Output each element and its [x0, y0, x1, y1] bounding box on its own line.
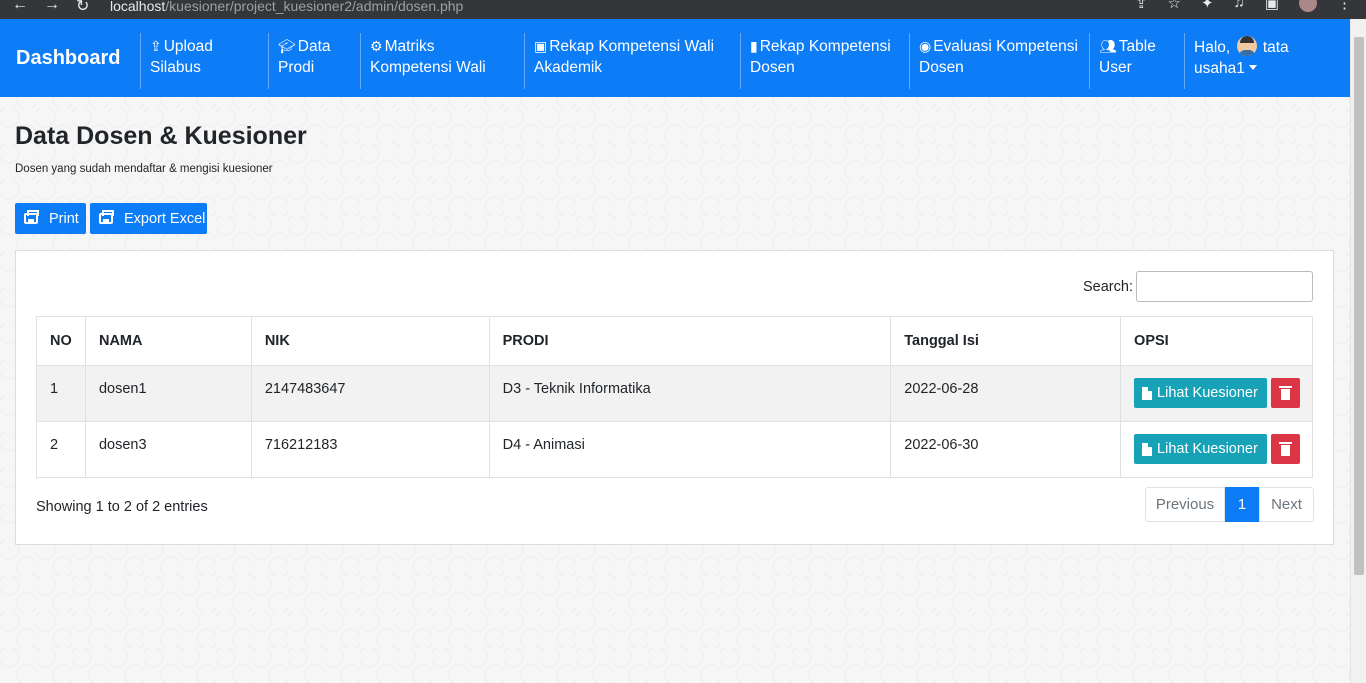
page-subtitle: Dosen yang sudah mendaftar & mengisi kue… [15, 163, 273, 175]
nav-table-user[interactable]: 👥︎ Table User [1089, 33, 1184, 89]
trash-icon [1278, 441, 1292, 456]
caret-down-icon [1248, 65, 1257, 70]
previous-page-button[interactable]: Previous [1145, 487, 1225, 522]
cell-no: 2 [36, 421, 86, 478]
gear-icon: ⚙ [370, 38, 383, 54]
dosen-table: NO NAMA NIK PRODI Tanggal Isi OPSI 1 dos… [36, 316, 1313, 478]
cell-prodi: D3 - Teknik Informatika [488, 365, 892, 422]
lihat-kuesioner-button[interactable]: Lihat Kuesioner [1134, 378, 1267, 408]
col-header-tanggal[interactable]: Tanggal Isi [890, 316, 1122, 366]
cell-tanggal: 2022-06-28 [890, 365, 1122, 422]
user-name-line2: usaha1 [1194, 60, 1245, 77]
print-button[interactable]: Print [15, 203, 86, 234]
share-icon[interactable]: ⇪ [1135, 0, 1148, 12]
lihat-label: Lihat Kuesioner [1157, 385, 1258, 401]
col-header-opsi[interactable]: OPSI [1120, 316, 1313, 366]
users-icon: 👥︎ [1099, 38, 1117, 54]
address-bar[interactable]: localhost/kuesioner/project_kuesioner2/a… [110, 0, 463, 14]
scrollbar-thumb[interactable] [1354, 37, 1364, 575]
cell-prodi: D4 - Animasi [488, 421, 892, 478]
browser-nav: ← → ↻ [0, 0, 110, 16]
browser-toolbar: ← → ↻ localhost/kuesioner/project_kuesio… [0, 0, 1366, 19]
lihat-kuesioner-button[interactable]: Lihat Kuesioner [1134, 434, 1267, 464]
cell-nik: 716212183 [250, 421, 490, 478]
cell-no: 1 [36, 365, 86, 422]
delete-button[interactable] [1270, 378, 1300, 408]
table-header-row: NO NAMA NIK PRODI Tanggal Isi OPSI [36, 316, 1313, 366]
id-badge-icon: ▣ [534, 38, 548, 54]
cell-opsi: Lihat Kuesioner [1120, 421, 1313, 478]
printer-icon [99, 210, 114, 224]
search-input[interactable] [1136, 271, 1313, 302]
user-menu-dropdown[interactable]: Halo, tata usaha1 [1184, 33, 1344, 89]
table-row: 2 dosen3 716212183 D4 - Animasi 2022-06-… [36, 421, 1313, 478]
menu-icon[interactable]: ⋮ [1337, 0, 1352, 12]
back-arrow-icon[interactable]: ← [12, 0, 28, 16]
col-header-prodi[interactable]: PRODI [488, 316, 892, 366]
pagination: Previous 1 Next [1145, 487, 1314, 522]
user-name-line1: tata [1262, 39, 1289, 56]
search-label: Search: [1083, 279, 1133, 295]
nav-rekap-kompetensi-wali[interactable]: ▣ Rekap Kompetensi Wali Akademik [524, 33, 740, 89]
star-icon[interactable]: ☆ [1168, 0, 1181, 12]
col-header-nama[interactable]: NAMA [84, 316, 252, 366]
user-avatar-icon [1236, 36, 1257, 56]
nav-data-prodi[interactable]: 🎓︎ Data Prodi [268, 33, 360, 89]
file-icon: ▮ [750, 38, 758, 54]
table-info: Showing 1 to 2 of 2 entries [36, 499, 208, 515]
printer-icon [24, 210, 39, 224]
browser-actions: ⇪ ☆ ✦ ♫ ▣ ⋮ [1135, 0, 1352, 12]
nav-label: Rekap Kompetensi Wali Akademik [534, 38, 715, 76]
brand-dashboard[interactable]: Dashboard [0, 19, 140, 97]
graduation-cap-icon: 🎓︎ [278, 38, 296, 54]
col-header-nik[interactable]: NIK [250, 316, 490, 366]
url-path: /kuesioner/project_kuesioner2/admin/dose… [165, 0, 464, 14]
cell-nama: dosen3 [84, 421, 252, 478]
nav-matriks-kompetensi-wali[interactable]: ⚙ Matriks Kompetensi Wali [360, 33, 524, 89]
next-page-button[interactable]: Next [1259, 487, 1314, 522]
nav-upload-silabus[interactable]: ⇪ Upload Silabus [140, 33, 268, 89]
reload-icon[interactable]: ↻ [76, 0, 89, 16]
export-excel-button[interactable]: Export Excel [90, 203, 207, 234]
nav-rekap-kompetensi-dosen[interactable]: ▮ Rekap Kompetensi Dosen [740, 33, 909, 89]
upload-icon: ⇪ [150, 38, 162, 54]
cell-opsi: Lihat Kuesioner [1120, 365, 1313, 422]
forward-arrow-icon[interactable]: → [44, 0, 60, 16]
delete-button[interactable] [1270, 434, 1300, 464]
file-icon [1142, 442, 1153, 456]
top-navbar: Dashboard ⇪ Upload Silabus 🎓︎ Data Prodi ⚙… [0, 19, 1350, 97]
url-host: localhost [110, 0, 166, 14]
trash-icon [1278, 385, 1292, 400]
col-header-no[interactable]: NO [36, 316, 86, 366]
nav-label: Evaluasi Kompetensi Dosen [919, 38, 1078, 76]
file-icon [1142, 386, 1153, 400]
extension-icon[interactable]: ✦ [1201, 0, 1214, 12]
export-label: Export Excel [124, 210, 206, 227]
profile-avatar-icon[interactable] [1299, 0, 1317, 12]
nav-evaluasi-kompetensi-dosen[interactable]: ◉ Evaluasi Kompetensi Dosen [909, 33, 1089, 89]
cell-tanggal: 2022-06-30 [890, 421, 1122, 478]
page-1-button[interactable]: 1 [1225, 487, 1259, 522]
media-icon[interactable]: ♫ [1234, 0, 1245, 12]
greeting: Halo, [1194, 39, 1231, 56]
page-scrollbar[interactable] [1350, 19, 1366, 683]
nav-label: Rekap Kompetensi Dosen [750, 38, 891, 76]
cell-nama: dosen1 [84, 365, 252, 422]
lihat-label: Lihat Kuesioner [1157, 441, 1258, 457]
page-title: Data Dosen & Kuesioner [15, 122, 307, 150]
nav-label: Matriks Kompetensi Wali [370, 38, 486, 76]
user-circle-icon: ◉ [919, 38, 932, 54]
cell-nik: 2147483647 [250, 365, 490, 422]
sidepanel-icon[interactable]: ▣ [1265, 0, 1279, 12]
print-label: Print [49, 210, 79, 227]
table-row: 1 dosen1 2147483647 D3 - Teknik Informat… [36, 365, 1313, 422]
